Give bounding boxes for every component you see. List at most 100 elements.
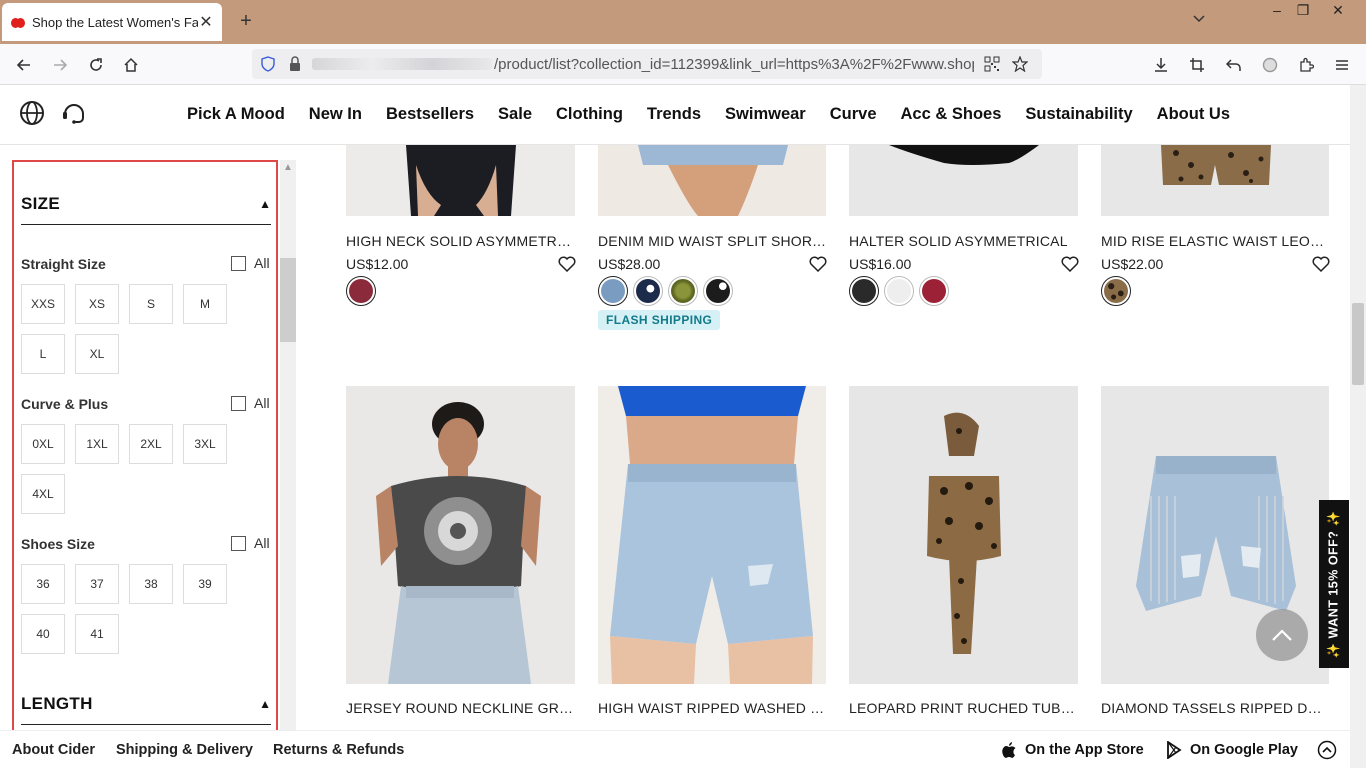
shoe-size-36[interactable]: 36 xyxy=(21,564,65,604)
color-swatch[interactable] xyxy=(633,276,663,306)
color-swatch[interactable] xyxy=(703,276,733,306)
product-image[interactable] xyxy=(849,386,1078,684)
size-option-m[interactable]: M xyxy=(183,284,227,324)
home-icon[interactable] xyxy=(119,53,143,77)
qr-code-icon[interactable] xyxy=(984,56,1000,72)
footer-about-link[interactable]: About Cider xyxy=(12,742,95,758)
size-option-xxs[interactable]: XXS xyxy=(21,284,65,324)
window-close-icon[interactable]: ✕ xyxy=(1324,0,1352,20)
nav-sustainability[interactable]: Sustainability xyxy=(1025,105,1132,124)
tab-list-chevron-icon[interactable] xyxy=(1192,12,1206,26)
page-scrollbar[interactable] xyxy=(1350,85,1366,768)
reload-icon[interactable] xyxy=(84,53,108,77)
product-image[interactable] xyxy=(598,145,826,216)
product-image[interactable] xyxy=(849,145,1078,216)
size-option-3xl[interactable]: 3XL xyxy=(183,424,227,464)
size-section-header[interactable]: SIZE ▲ xyxy=(21,194,271,225)
color-swatch[interactable] xyxy=(919,276,949,306)
product-name[interactable]: HIGH WAIST RIPPED WASHED DENIM xyxy=(598,700,826,716)
checkbox-icon[interactable] xyxy=(231,255,246,271)
restore-icon[interactable]: ❐ xyxy=(1289,0,1317,20)
product-name[interactable]: MID RISE ELASTIC WAIST LEOPARD xyxy=(1101,233,1329,249)
product-image[interactable] xyxy=(346,145,575,216)
downloads-icon[interactable] xyxy=(1149,53,1173,77)
browser-tab[interactable]: Shop the Latest Women's Fas ✕ xyxy=(2,3,222,41)
color-swatch[interactable] xyxy=(346,276,376,306)
size-option-xl[interactable]: XL xyxy=(75,334,119,374)
nav-new-in[interactable]: New In xyxy=(309,105,362,124)
color-swatch[interactable] xyxy=(598,276,628,306)
discount-promo-tab[interactable]: ✨ WANT 15% OFF? ✨ xyxy=(1319,500,1349,668)
color-swatch[interactable] xyxy=(849,276,879,306)
scrollbar-thumb[interactable] xyxy=(280,258,296,342)
collapse-caret-icon[interactable]: ▲ xyxy=(259,697,271,711)
wishlist-heart-icon[interactable] xyxy=(809,256,827,272)
nav-trends[interactable]: Trends xyxy=(647,105,701,124)
product-name[interactable]: DIAMOND TASSELS RIPPED DENIM xyxy=(1101,700,1329,716)
globe-icon[interactable] xyxy=(18,99,46,127)
size-option-0xl[interactable]: 0XL xyxy=(21,424,65,464)
shoe-size-41[interactable]: 41 xyxy=(75,614,119,654)
back-to-top-button[interactable] xyxy=(1256,609,1308,661)
product-name[interactable]: LEOPARD PRINT RUCHED TUBE TOP xyxy=(849,700,1077,716)
shoe-size-38[interactable]: 38 xyxy=(129,564,173,604)
color-swatch[interactable] xyxy=(668,276,698,306)
extensions-icon[interactable] xyxy=(1294,53,1318,77)
bookmark-star-icon[interactable] xyxy=(1012,56,1028,72)
wishlist-heart-icon[interactable] xyxy=(558,256,576,272)
close-tab-icon[interactable]: ✕ xyxy=(198,12,214,32)
nav-curve[interactable]: Curve xyxy=(830,105,877,124)
checkbox-icon[interactable] xyxy=(231,535,246,551)
new-tab-icon[interactable]: + xyxy=(234,10,258,33)
app-store-link[interactable]: On the App Store xyxy=(1001,741,1144,759)
straight-size-all-checkbox[interactable]: All xyxy=(231,255,270,271)
checkbox-icon[interactable] xyxy=(231,395,246,411)
wishlist-heart-icon[interactable] xyxy=(1061,256,1079,272)
length-section-header[interactable]: LENGTH ▲ xyxy=(21,694,271,725)
address-bar[interactable]: /product/list?collection_id=112399&link_… xyxy=(252,49,1042,79)
menu-icon[interactable] xyxy=(1330,53,1354,77)
shoe-size-40[interactable]: 40 xyxy=(21,614,65,654)
sidebar-scrollbar[interactable]: ▲ xyxy=(280,160,296,742)
customer-service-icon[interactable] xyxy=(60,99,88,127)
curve-plus-all-checkbox[interactable]: All xyxy=(231,395,270,411)
size-option-2xl[interactable]: 2XL xyxy=(129,424,173,464)
wishlist-heart-icon[interactable] xyxy=(1312,256,1330,272)
product-name[interactable]: JERSEY ROUND NECKLINE GRAPHIC xyxy=(346,700,574,716)
nav-acc-shoes[interactable]: Acc & Shoes xyxy=(901,105,1002,124)
product-image[interactable] xyxy=(1101,145,1329,216)
nav-sale[interactable]: Sale xyxy=(498,105,532,124)
nav-about-us[interactable]: About Us xyxy=(1157,105,1230,124)
shield-icon[interactable] xyxy=(260,56,276,72)
shoe-size-37[interactable]: 37 xyxy=(75,564,119,604)
color-swatch[interactable] xyxy=(884,276,914,306)
forward-icon[interactable] xyxy=(48,53,72,77)
page-scrollbar-thumb[interactable] xyxy=(1352,303,1364,385)
size-option-xs[interactable]: XS xyxy=(75,284,119,324)
minimize-icon[interactable]: – xyxy=(1263,0,1291,20)
nav-swimwear[interactable]: Swimwear xyxy=(725,105,806,124)
lock-icon[interactable] xyxy=(288,56,302,72)
shoe-size-39[interactable]: 39 xyxy=(183,564,227,604)
product-name[interactable]: HIGH NECK SOLID ASYMMETRICAL xyxy=(346,233,574,249)
product-image[interactable] xyxy=(346,386,575,684)
collapse-caret-icon[interactable]: ▲ xyxy=(259,197,271,211)
account-icon[interactable] xyxy=(1258,53,1282,77)
nav-pick-a-mood[interactable]: Pick A Mood xyxy=(187,105,285,124)
screenshot-crop-icon[interactable] xyxy=(1185,53,1209,77)
back-icon[interactable] xyxy=(12,53,36,77)
footer-returns-link[interactable]: Returns & Refunds xyxy=(273,742,404,758)
google-play-link[interactable]: On Google Play xyxy=(1166,741,1298,759)
footer-shipping-link[interactable]: Shipping & Delivery xyxy=(116,742,253,758)
product-name[interactable]: HALTER SOLID ASYMMETRICAL xyxy=(849,233,1077,249)
size-option-l[interactable]: L xyxy=(21,334,65,374)
shoes-size-all-checkbox[interactable]: All xyxy=(231,535,270,551)
size-option-1xl[interactable]: 1XL xyxy=(75,424,119,464)
circle-chevron-up-icon[interactable] xyxy=(1317,740,1337,760)
size-option-4xl[interactable]: 4XL xyxy=(21,474,65,514)
scroll-up-arrow-icon[interactable]: ▲ xyxy=(283,162,293,173)
product-image[interactable] xyxy=(598,386,826,684)
undo-arrow-icon[interactable] xyxy=(1222,53,1246,77)
nav-bestsellers[interactable]: Bestsellers xyxy=(386,105,474,124)
size-option-s[interactable]: S xyxy=(129,284,173,324)
